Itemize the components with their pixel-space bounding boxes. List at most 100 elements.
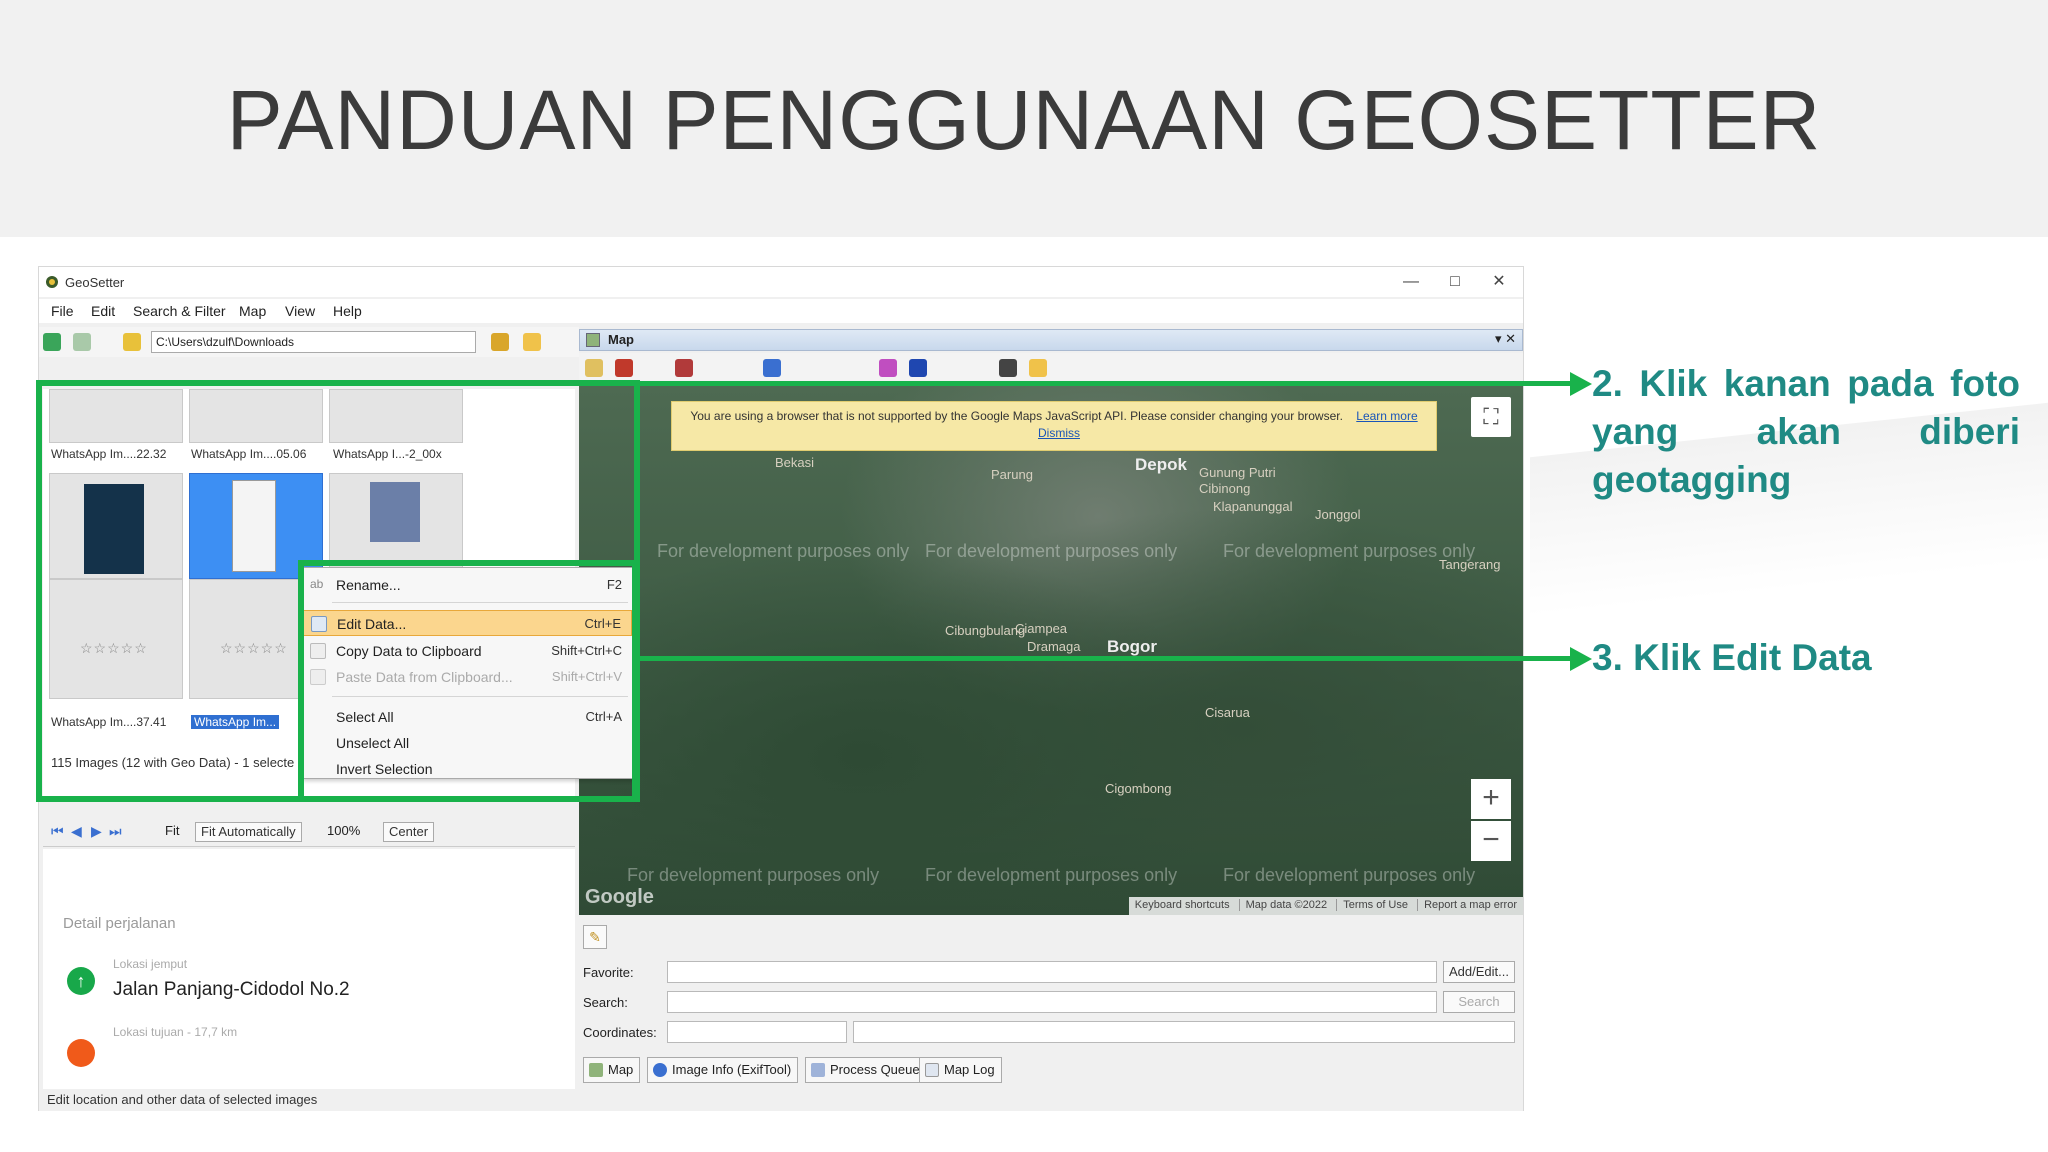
menu-map[interactable]: Map bbox=[239, 303, 266, 319]
close-button[interactable]: ✕ bbox=[1479, 271, 1519, 293]
map-label: Cibungbulang bbox=[945, 623, 1026, 638]
info-icon bbox=[653, 1063, 667, 1077]
menu-search-filter[interactable]: Search & Filter bbox=[133, 303, 226, 319]
destination-label: Lokasi tujuan - 17,7 km bbox=[113, 1025, 238, 1039]
menu-edit[interactable]: Edit bbox=[91, 303, 115, 319]
menu-view[interactable]: View bbox=[285, 303, 315, 319]
forward-icon[interactable] bbox=[73, 333, 91, 351]
menu-bar: File Edit Search & Filter Map View Help bbox=[39, 299, 1523, 323]
map-label: Cigombong bbox=[1105, 781, 1172, 796]
destination-icon bbox=[67, 1039, 95, 1067]
tab-process-queue[interactable]: Process Queue bbox=[805, 1057, 927, 1083]
pin-icon[interactable] bbox=[675, 359, 693, 377]
note-step-2: 2. Klik kanan pada foto yang akan diberi… bbox=[1592, 363, 2020, 500]
detail-title: Detail perjalanan bbox=[63, 915, 176, 932]
browse-folder-icon[interactable] bbox=[491, 333, 509, 351]
fit-dropdown[interactable]: Fit bbox=[165, 823, 179, 838]
image-viewer-toolbar: ⏮ ◀ ▶ ⏭ Fit Fit Automatically 100% Cente… bbox=[43, 815, 575, 847]
first-image-icon[interactable]: ⏮ bbox=[51, 823, 64, 840]
fullscreen-button[interactable]: ⛶ bbox=[1471, 397, 1511, 437]
folder-up-icon[interactable] bbox=[123, 333, 141, 351]
dev-watermark: For development purposes only bbox=[925, 865, 1178, 885]
map-data-text: Map data ©2022 bbox=[1238, 899, 1328, 911]
last-image-icon[interactable]: ⏭ bbox=[109, 823, 122, 840]
map-label: Jonggol bbox=[1315, 507, 1361, 522]
folder-toolbar: C:\Users\dzulf\Downloads bbox=[39, 327, 579, 357]
map-label: Cisarua bbox=[1205, 705, 1250, 720]
add-edit-button[interactable]: Add/Edit... bbox=[1443, 961, 1515, 983]
map-icon bbox=[589, 1063, 603, 1077]
map-view[interactable]: You are using a browser that is not supp… bbox=[579, 383, 1523, 915]
track-icon[interactable] bbox=[879, 359, 897, 377]
warning-text: You are using a browser that is not supp… bbox=[690, 409, 1343, 423]
prev-image-icon[interactable]: ◀ bbox=[71, 823, 82, 840]
arrow-line-step3 bbox=[636, 656, 1574, 661]
minimize-button[interactable]: — bbox=[1391, 271, 1431, 293]
coordinates-extra-input[interactable] bbox=[853, 1021, 1515, 1043]
dev-watermark: For development purposes only bbox=[925, 541, 1178, 561]
map-tool-icon[interactable] bbox=[585, 359, 603, 377]
map-label: Klapanunggal bbox=[1213, 499, 1293, 514]
dev-watermark: For development purposes only bbox=[627, 865, 880, 885]
dismiss-link[interactable]: Dismiss bbox=[1038, 426, 1080, 440]
zoom-in-button[interactable]: + bbox=[1471, 779, 1511, 819]
map-toolbar bbox=[579, 353, 1523, 381]
route-icon[interactable] bbox=[763, 359, 781, 377]
browser-warning: You are using a browser that is not supp… bbox=[671, 401, 1437, 451]
tab-label: Process Queue bbox=[830, 1062, 920, 1077]
tab-label: Map Log bbox=[944, 1062, 995, 1077]
map-panel-title: Map bbox=[608, 332, 634, 347]
title-bar: GeoSetter — □ ✕ bbox=[39, 267, 1523, 297]
next-image-icon[interactable]: ▶ bbox=[91, 823, 102, 840]
keyboard-shortcuts-link[interactable]: Keyboard shortcuts bbox=[1135, 899, 1230, 911]
marker-icon[interactable] bbox=[615, 359, 633, 377]
back-icon[interactable] bbox=[43, 333, 61, 351]
favorite-dropdown[interactable] bbox=[667, 961, 1437, 983]
log-icon bbox=[925, 1063, 939, 1077]
zoom-out-button[interactable]: − bbox=[1471, 821, 1511, 861]
terms-link[interactable]: Terms of Use bbox=[1336, 899, 1408, 911]
learn-more-link[interactable]: Learn more bbox=[1356, 409, 1417, 423]
map-attribution: Keyboard shortcuts Map data ©2022 Terms … bbox=[1128, 897, 1523, 915]
dev-watermark: For development purposes only bbox=[1223, 541, 1476, 561]
tab-map[interactable]: Map bbox=[583, 1057, 641, 1083]
menu-file[interactable]: File bbox=[51, 303, 74, 319]
image-preview: Detail perjalanan ↑ Lokasi jemput Jalan … bbox=[43, 849, 575, 1089]
pickup-location: Jalan Panjang-Cidodol No.2 bbox=[113, 979, 350, 1000]
note-step-3: 3. Klik Edit Data bbox=[1592, 637, 1872, 678]
menu-help[interactable]: Help bbox=[333, 303, 362, 319]
maximize-button[interactable]: □ bbox=[1435, 271, 1475, 293]
highlight-context-menu bbox=[298, 560, 638, 802]
favorites-folder-icon[interactable] bbox=[523, 333, 541, 351]
pencil-icon[interactable]: ✎ bbox=[583, 925, 607, 949]
tab-label: Map bbox=[608, 1062, 634, 1077]
crosshair-icon[interactable] bbox=[999, 359, 1017, 377]
coordinates-input[interactable] bbox=[667, 1021, 847, 1043]
dev-watermark: For development purposes only bbox=[657, 541, 910, 561]
tab-map-log[interactable]: Map Log bbox=[919, 1057, 1002, 1083]
geosetter-logo-icon bbox=[46, 276, 58, 288]
map-panel-icon bbox=[586, 333, 600, 347]
search-input[interactable] bbox=[667, 991, 1437, 1013]
google-logo: Google bbox=[585, 886, 654, 908]
search-label: Search: bbox=[583, 995, 628, 1010]
sun-icon[interactable] bbox=[1029, 359, 1047, 377]
queue-icon bbox=[811, 1063, 825, 1077]
arrow-line-step2 bbox=[636, 381, 1574, 386]
dev-watermark: For development purposes only bbox=[1223, 865, 1476, 885]
zoom-dropdown[interactable]: 100% bbox=[327, 823, 360, 838]
favorite-label: Favorite: bbox=[583, 965, 634, 980]
direction-icon[interactable] bbox=[909, 359, 927, 377]
map-label: Cibinong bbox=[1199, 481, 1251, 496]
fit-automatically-button[interactable]: Fit Automatically bbox=[195, 822, 302, 842]
window-title: GeoSetter bbox=[65, 275, 125, 290]
report-error-link[interactable]: Report a map error bbox=[1417, 899, 1517, 911]
pickup-icon: ↑ bbox=[67, 967, 95, 995]
search-button[interactable]: Search bbox=[1443, 991, 1515, 1013]
folder-path-input[interactable]: C:\Users\dzulf\Downloads bbox=[151, 331, 476, 353]
center-button[interactable]: Center bbox=[383, 822, 435, 842]
panel-controls[interactable]: ▾ ✕ bbox=[1495, 331, 1516, 347]
map-label: Parung bbox=[991, 467, 1033, 482]
arrow-head-step2 bbox=[1570, 372, 1592, 396]
tab-image-info[interactable]: Image Info (ExifTool) bbox=[647, 1057, 799, 1083]
